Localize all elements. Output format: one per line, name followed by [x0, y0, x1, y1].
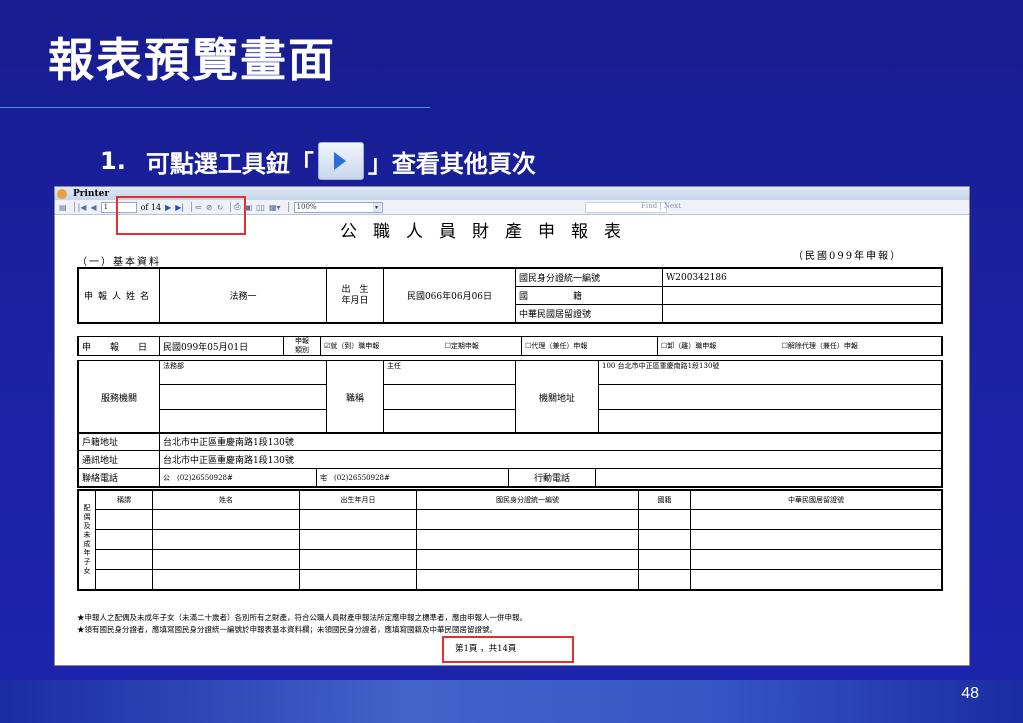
family-table: 配偶及未成年子女 稱謂 姓名 出生年月日 國民身分證統一編號 國籍 中華民國居留… — [77, 489, 943, 591]
family-header: 中華民國居留證號 — [690, 489, 943, 510]
export-icon[interactable]: ▤ — [59, 203, 67, 212]
type-option-3: ☐代理（兼任）申報 — [521, 336, 658, 356]
job-title-value: 主任 — [383, 359, 516, 386]
type-option-5: ☐解除代理（兼任）申報 — [778, 336, 943, 356]
type-label: 申報 類別 — [283, 336, 321, 356]
printer-app-icon — [57, 188, 67, 199]
mailing-address-label: 通訊地址 — [77, 450, 160, 469]
declaration-info-table: 申 報 日 民國099年05月01日 申報 類別 ☑就（到）職申報 ☐定期申報 ☐… — [77, 336, 943, 356]
address-table: 戶籍地址 台北市中正區重慶南路1段130號 通訊地址 台北市中正區重慶南路1段1… — [77, 432, 943, 488]
footnote-1: ★申報人之配偶及未成年子女（未滿二十歲者）各別所有之財產，符合公職人員財產申報法… — [77, 613, 527, 622]
office-phone: 公 (02)26550928# — [159, 468, 317, 488]
zoom-select[interactable]: 100% ▾ — [293, 201, 383, 213]
nationality-value — [662, 286, 943, 305]
form-title: 公職人員財產申報表 — [340, 222, 637, 242]
org-address-label: 機關地址 — [515, 360, 599, 434]
residence-label: 中華民國居留證號 — [515, 304, 663, 324]
title-divider — [0, 107, 430, 108]
footer-band — [0, 680, 1023, 723]
family-side-label: 配偶及未成年子女 — [77, 489, 96, 591]
slide-title: 報表預覽畫面 — [48, 33, 336, 87]
zoom-value: 100% — [296, 202, 317, 211]
report-viewer-window: Printer ▤ |◀ ◀ 1 of 14 ▶ ▶| ⇐ ⊘ ↻ ⎙ ▣ ▯▯… — [54, 186, 970, 666]
family-header: 國民身分證統一編號 — [416, 489, 639, 510]
find-next-links[interactable]: Find | Next — [641, 202, 681, 210]
bullet-number: 1. — [100, 147, 126, 175]
phone-label: 聯絡電話 — [77, 468, 160, 488]
next-page-button-illustration — [317, 142, 364, 180]
footnote-2: ★領有國民身分證者，應填寫國民身分證統一編號於申報表基本資料欄；未領國民身分證者… — [77, 625, 497, 634]
birth-value: 民國066年06月06日 — [383, 267, 516, 324]
declaration-year: （民國099年申報） — [793, 251, 903, 262]
slide-page-number: 48 — [961, 685, 979, 702]
job-title-label: 職稱 — [326, 360, 384, 434]
name-label: 申報人姓名 — [77, 267, 160, 324]
report-page: 公職人員財產申報表 （一）基本資料 （民國099年申報） 申報人姓名 法務一 出… — [55, 217, 969, 665]
family-header: 國籍 — [638, 489, 691, 510]
date-label: 申 報 日 — [77, 336, 160, 356]
nationality-label: 國 籍 — [515, 286, 663, 305]
org-label: 服務機關 — [77, 360, 160, 434]
first-page-icon[interactable]: |◀ — [78, 203, 87, 212]
play-icon — [333, 152, 346, 170]
bullet-text-before: 可點選工具鈕「 — [145, 149, 314, 178]
toolbar-separator — [73, 202, 75, 212]
type-option-4: ☐卸（離）職申報 — [656, 336, 779, 356]
toolbar-separator — [287, 202, 289, 212]
page-footer-highlight — [442, 636, 574, 663]
bullet-point: 1. 可點選工具鈕「 」查看其他頁次 — [100, 142, 536, 180]
office-info-table: 服務機關 法務部 職稱 主任 機關地址 100 台北市中正區重慶南路1段130號 — [77, 359, 943, 435]
save-icon[interactable]: ▦▾ — [269, 203, 281, 212]
id-value: W200342186 — [662, 267, 943, 287]
name-value: 法務一 — [159, 267, 327, 324]
org-value: 法務部 — [159, 359, 327, 386]
basic-info-table: 申報人姓名 法務一 出 生年月日 民國066年06月06日 國民身分證統一編號 … — [77, 267, 943, 324]
org-address-value: 100 台北市中正區重慶南路1段130號 — [598, 359, 943, 386]
layout-icon[interactable]: ▯▯ — [256, 203, 265, 212]
family-header: 姓名 — [152, 489, 300, 510]
previous-page-icon[interactable]: ◀ — [90, 203, 96, 212]
family-header: 稱謂 — [95, 489, 153, 510]
mobile-label: 行動電話 — [508, 468, 596, 488]
mobile-value — [595, 468, 943, 488]
registered-address-label: 戶籍地址 — [77, 432, 160, 451]
birth-label: 出 生年月日 — [326, 267, 384, 324]
chevron-down-icon: ▾ — [372, 202, 381, 212]
bullet-text-after: 」查看其他頁次 — [367, 149, 536, 178]
type-option-2: ☐定期申報 — [441, 336, 523, 356]
id-label: 國民身分證統一編號 — [515, 267, 663, 287]
registered-address-value: 台北市中正區重慶南路1段130號 — [159, 432, 943, 451]
section-label: （一）基本資料 — [77, 257, 161, 268]
mailing-address-value: 台北市中正區重慶南路1段130號 — [159, 450, 943, 469]
type-option-1: ☑就（到）職申報 — [319, 336, 442, 356]
window-title: Printer — [73, 188, 110, 199]
family-header: 出生年月日 — [299, 489, 417, 510]
residence-value — [662, 304, 943, 324]
date-value: 民國099年05月01日 — [159, 336, 284, 356]
home-phone: 宅 (02)26550928# — [316, 468, 509, 488]
